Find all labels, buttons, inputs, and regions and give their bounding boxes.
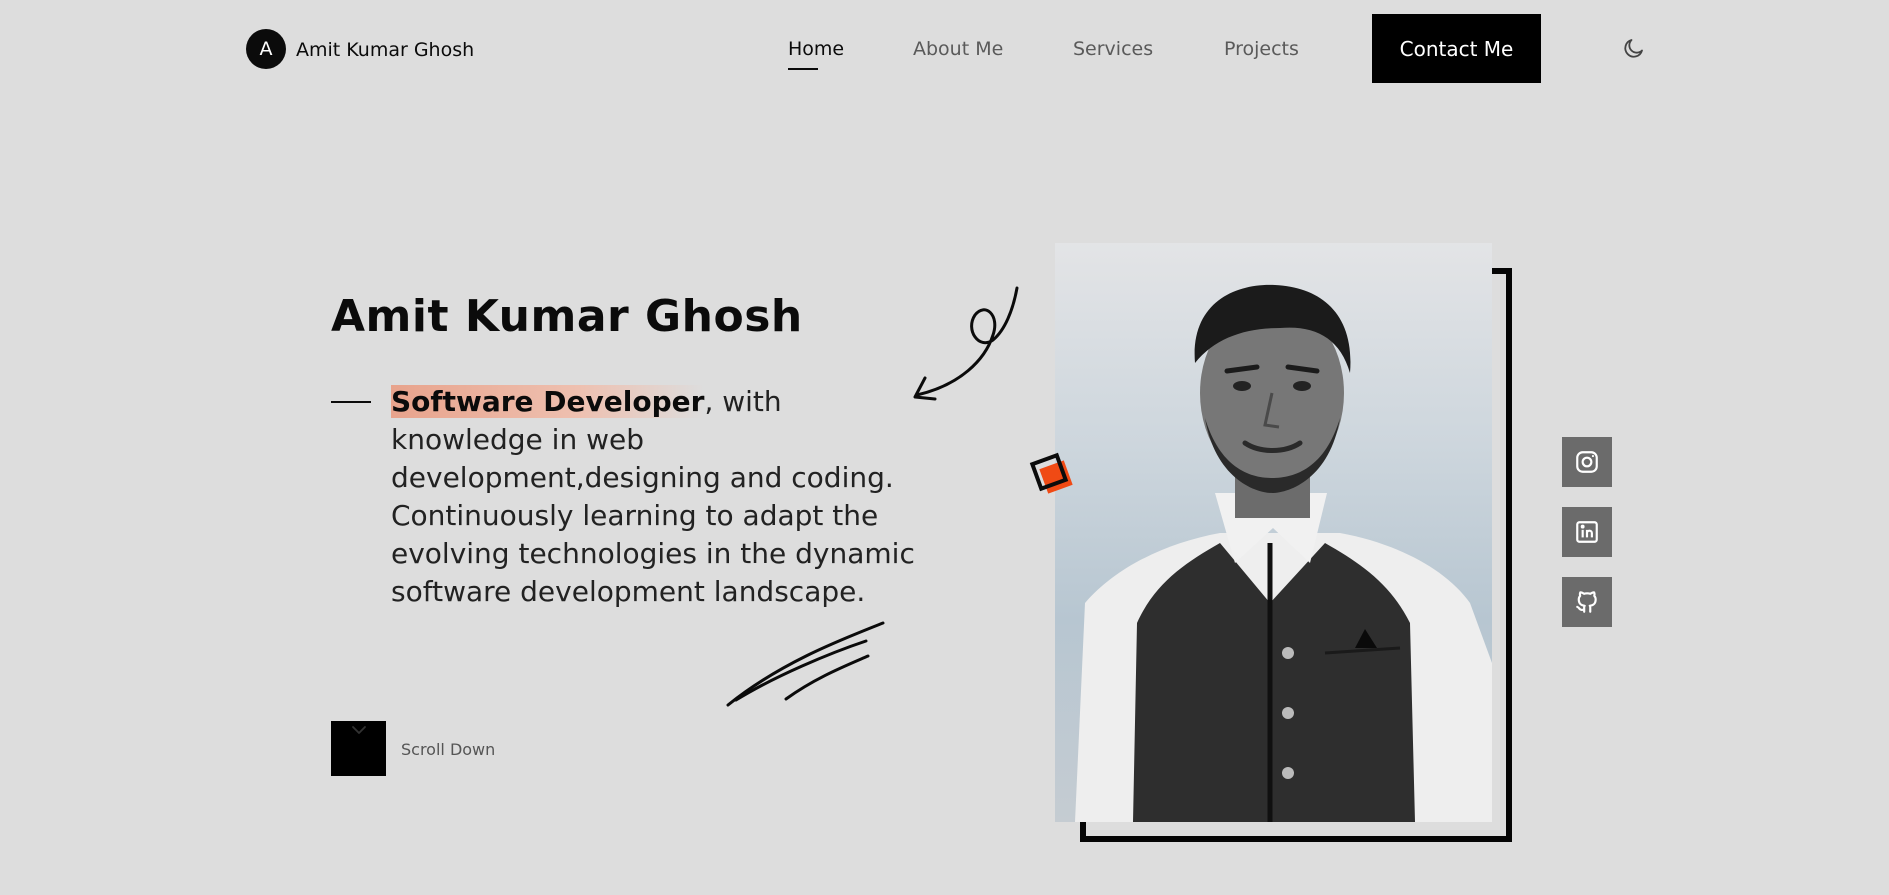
loop-arrow-doodle xyxy=(913,286,1019,401)
role-highlight: Software Developer xyxy=(391,385,705,418)
profile-photo xyxy=(1055,243,1492,822)
scroll-down-label: Scroll Down xyxy=(401,740,496,759)
logo-avatar[interactable]: A xyxy=(246,29,286,69)
moon-icon[interactable] xyxy=(1622,36,1646,60)
nav-link-services[interactable]: Services xyxy=(1073,37,1153,61)
hero-title: Amit Kumar Ghosh xyxy=(331,291,803,342)
nav-link-about-me[interactable]: About Me xyxy=(913,37,1003,61)
brand-name[interactable]: Amit Kumar Ghosh xyxy=(296,38,474,62)
contact-me-button[interactable]: Contact Me xyxy=(1372,14,1541,83)
github-link[interactable] xyxy=(1562,577,1612,627)
nav-active-underline xyxy=(788,68,818,70)
linkedin-icon xyxy=(1576,521,1598,543)
nav-link-projects[interactable]: Projects xyxy=(1224,37,1299,61)
scribble-doodle xyxy=(726,621,885,707)
hero-description: Software Developer, with knowledge in we… xyxy=(391,383,931,611)
github-icon xyxy=(1576,591,1597,613)
scroll-down-button[interactable] xyxy=(331,721,386,776)
instagram-icon xyxy=(1576,451,1598,473)
person-portrait-illustration xyxy=(1075,284,1492,822)
hero-dash xyxy=(331,401,371,403)
hero-description-text: , with knowledge in web development,desi… xyxy=(391,385,915,608)
linkedin-link[interactable] xyxy=(1562,507,1612,557)
nav-link-home[interactable]: Home xyxy=(788,37,844,61)
instagram-link[interactable] xyxy=(1562,437,1612,487)
chevron-down-icon xyxy=(352,726,366,734)
square-accent-icon xyxy=(1029,452,1073,494)
